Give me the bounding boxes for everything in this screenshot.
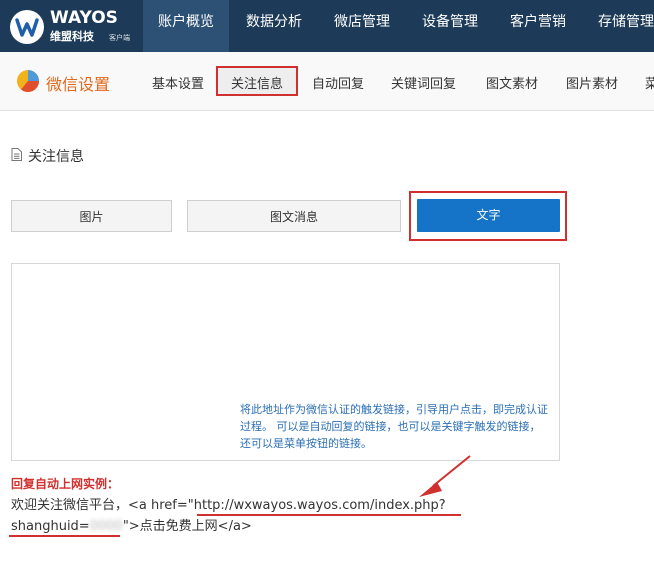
annotation-arrow-icon <box>419 455 471 497</box>
